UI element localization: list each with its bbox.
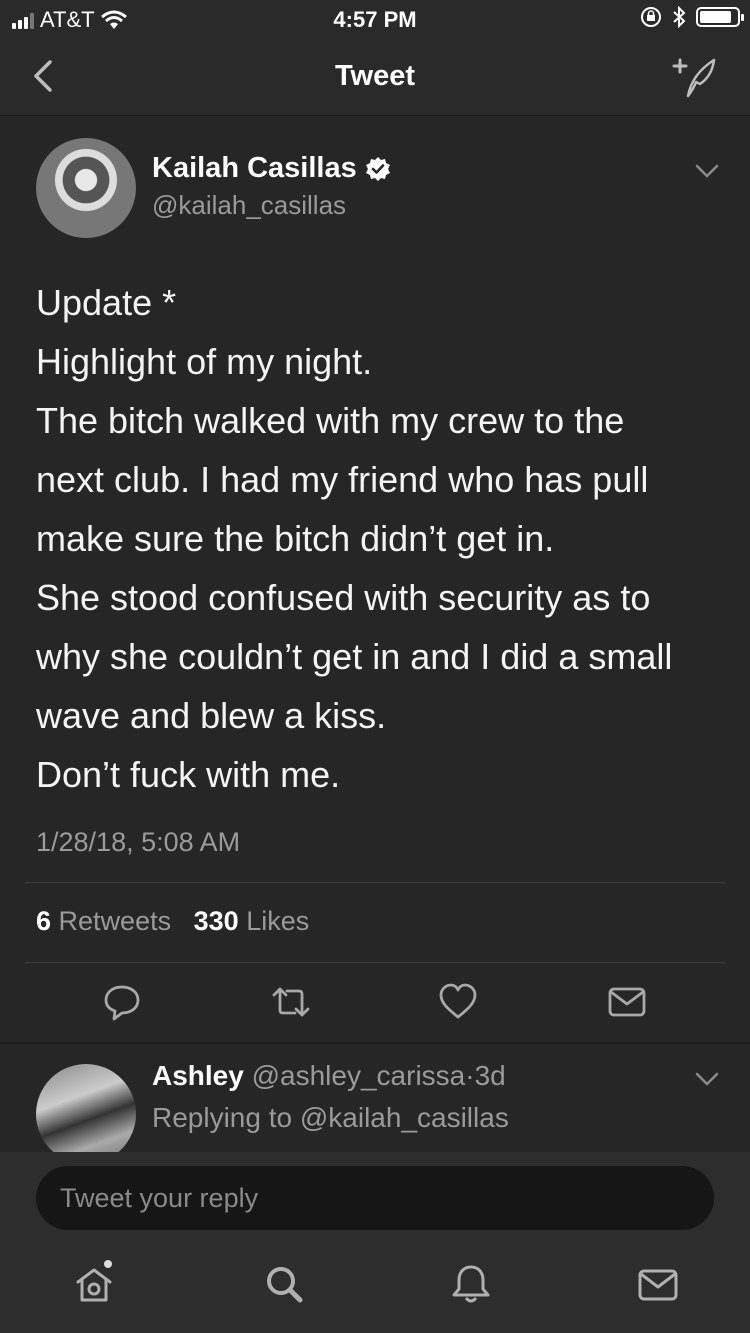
tweet-stats: 6 Retweets 330 Likes	[36, 906, 309, 937]
divider	[25, 882, 725, 883]
like-icon[interactable]	[438, 982, 478, 1022]
direct-message-icon[interactable]	[607, 982, 647, 1022]
reply-age: 3d	[474, 1060, 506, 1091]
retweets-count[interactable]: 6	[36, 906, 51, 936]
author-name-row[interactable]: Kailah Casillas	[152, 152, 391, 185]
reply-icon[interactable]	[102, 982, 142, 1022]
tweet-detail: Kailah Casillas @kailah_casillas Update …	[0, 116, 750, 1044]
likes-count[interactable]: 330	[194, 906, 239, 936]
search-icon[interactable]	[262, 1262, 306, 1306]
retweets-label[interactable]: Retweets	[59, 906, 172, 936]
battery-fill	[700, 11, 731, 23]
compose-tweet-icon[interactable]	[670, 54, 720, 100]
retweet-icon[interactable]	[271, 982, 311, 1022]
battery-icon	[696, 7, 744, 27]
status-right	[640, 6, 744, 28]
tweet-actions	[0, 982, 750, 1022]
reply-separator: ·	[465, 1060, 475, 1091]
tweet-timestamp: 1/28/18, 5:08 AM	[36, 827, 241, 857]
home-icon[interactable]	[72, 1262, 116, 1306]
tab-bar	[0, 1244, 750, 1333]
bluetooth-icon	[673, 6, 686, 28]
reply-tweet[interactable]: Ashley @ashley_carissa·3d Replying to @k…	[0, 1044, 750, 1152]
author-handle[interactable]: @kailah_casillas	[152, 190, 346, 221]
reply-author-handle[interactable]: @ashley_carissa	[252, 1060, 466, 1091]
messages-icon[interactable]	[636, 1262, 680, 1306]
status-time: 4:57 PM	[333, 7, 417, 32]
reply-avatar[interactable]	[36, 1064, 136, 1152]
reply-author-name[interactable]: Ashley	[152, 1060, 244, 1091]
reply-header: Ashley @ashley_carissa·3d	[152, 1060, 506, 1092]
likes-label[interactable]: Likes	[246, 906, 309, 936]
status-bar: AT&T 4:57 PM	[0, 0, 750, 40]
reply-composer	[0, 1152, 750, 1244]
chevron-down-icon[interactable]	[694, 162, 720, 180]
notifications-icon[interactable]	[449, 1262, 493, 1306]
author-name[interactable]: Kailah Casillas	[152, 152, 357, 185]
verified-badge-icon	[365, 156, 390, 181]
chevron-down-icon[interactable]	[694, 1070, 720, 1088]
reply-input[interactable]	[36, 1166, 714, 1230]
author-avatar[interactable]	[36, 138, 136, 238]
tweet-text: Update * Highlight of my night. The bitc…	[36, 282, 673, 795]
replying-to[interactable]: Replying to @kailah_casillas	[152, 1102, 509, 1134]
home-notification-dot	[104, 1260, 112, 1268]
rotation-lock-icon	[641, 7, 661, 27]
divider	[25, 962, 725, 963]
page-title: Tweet	[334, 60, 416, 92]
navigation-bar: Tweet	[0, 40, 750, 116]
